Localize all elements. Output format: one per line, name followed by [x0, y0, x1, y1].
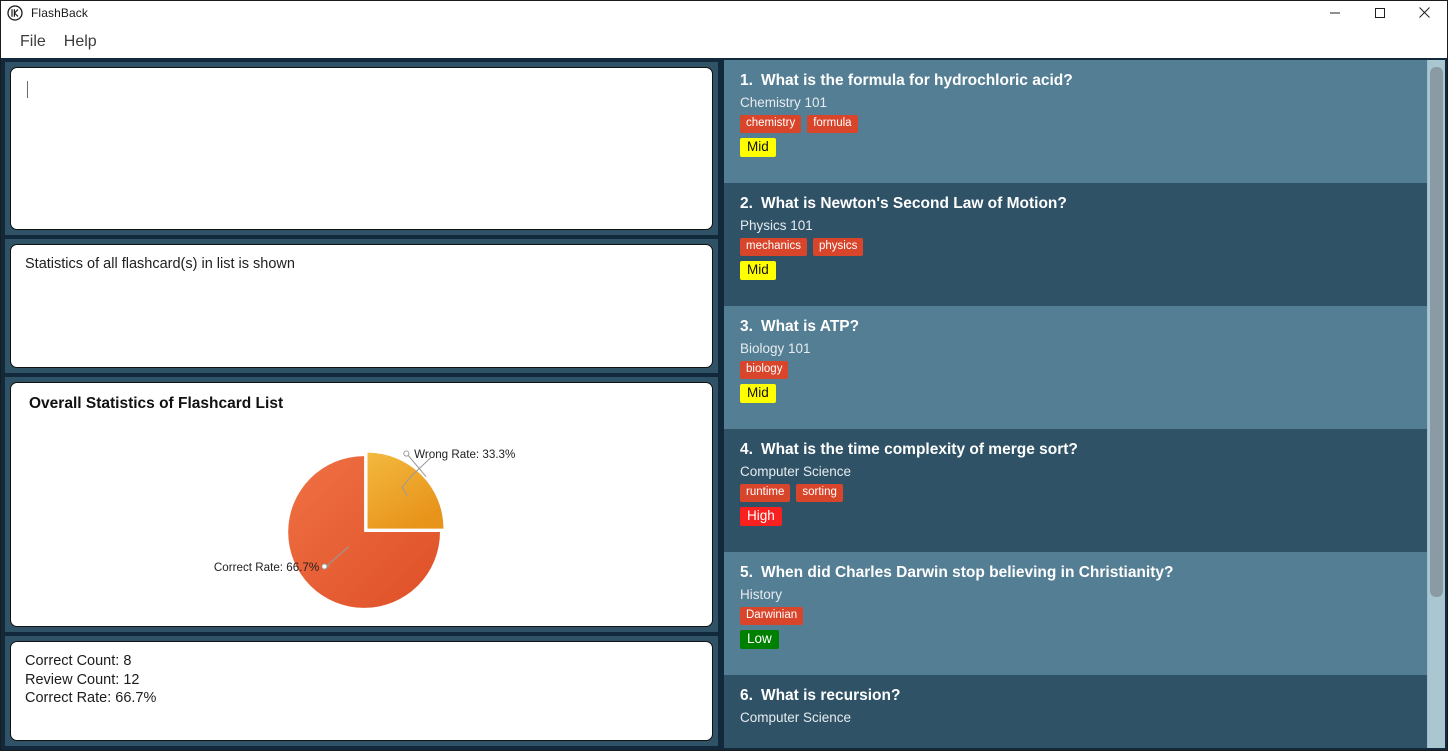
app-window: FlashBack File Help Statistics of all fl… [0, 0, 1448, 751]
flashcard-index: 6. [740, 687, 753, 704]
chart-section: Overall Statistics of Flashcard List Wro… [3, 375, 720, 634]
flashcard-question-text: What is the time complexity of merge sor… [760, 441, 1078, 458]
flashcard-tag: Darwinian [740, 607, 804, 626]
pie-chart: Wrong Rate: 33.3% Correct Rate: 66.7% [11, 413, 712, 620]
flashcard-item[interactable]: 2. What is Newton's Second Law of Motion?… [724, 183, 1427, 306]
flashcard-question: 4. What is the time complexity of merge s… [740, 441, 1411, 459]
flashcard-subject: Computer Science [740, 464, 852, 479]
flashcard-tag: biology [740, 361, 789, 380]
command-input-section [3, 60, 720, 237]
status-message: Statistics of all flashcard(s) in list i… [25, 256, 295, 272]
counts-box: Correct Count: 8 Review Count: 12 Correc… [10, 641, 713, 741]
flashcard-priority-badge: Mid [740, 138, 776, 158]
main-content: Statistics of all flashcard(s) in list i… [1, 58, 1447, 750]
minimize-button[interactable] [1312, 1, 1357, 24]
flashcard-question: 2. What is Newton's Second Law of Motion? [740, 195, 1411, 213]
window-controls [1312, 1, 1447, 24]
flashcard-index: 5. [740, 564, 753, 581]
flashcard-priority-row: Mid [740, 138, 1411, 158]
right-panel: 1. What is the formula for hydrochloric a… [722, 58, 1447, 750]
counts-section: Correct Count: 8 Review Count: 12 Correc… [3, 634, 720, 748]
flashcard-question-text: What is ATP? [760, 318, 860, 335]
flashcard-question-text: When did Charles Darwin stop believing i… [760, 564, 1174, 581]
flashcard-priority-row: Mid [740, 384, 1411, 404]
flashcard-item[interactable]: 1. What is the formula for hydrochloric a… [724, 60, 1427, 183]
flashcard-index: 4. [740, 441, 753, 458]
flashcard-subject: Physics 101 [740, 218, 813, 233]
flashcard-tag: sorting [796, 484, 843, 503]
status-section: Statistics of all flashcard(s) in list i… [3, 237, 720, 375]
flashback-logo-icon [7, 4, 23, 21]
flashcard-index: 2. [740, 195, 753, 212]
maximize-button[interactable] [1357, 1, 1402, 24]
flashcard-question-text: What is the formula for hydrochloric aci… [760, 72, 1073, 89]
menu-item-file[interactable]: File [11, 30, 55, 54]
flashcard-priority-badge: Mid [740, 261, 776, 281]
flashcard-tag-row: mechanics physics [740, 238, 1411, 257]
flashcard-index: 1. [740, 72, 753, 89]
flashcard-question-text: What is recursion? [760, 687, 901, 704]
pie-slice-wrong [367, 452, 444, 529]
flashcard-subject: Chemistry 101 [740, 95, 828, 110]
flashcard-priority-row: High [740, 507, 1411, 527]
flashcard-tag: runtime [740, 484, 791, 503]
left-panel: Statistics of all flashcard(s) in list i… [1, 58, 722, 750]
text-caret [27, 81, 28, 98]
flashcard-question-text: What is Newton's Second Law of Motion? [760, 195, 1067, 212]
flashcard-item[interactable]: 5. When did Charles Darwin stop believing… [724, 552, 1427, 675]
flashcard-priority-row: Mid [740, 261, 1411, 281]
flashcard-question: 3. What is ATP? [740, 318, 1411, 336]
flashcard-question: 5. When did Charles Darwin stop believing… [740, 564, 1411, 582]
flashcard-subject: Computer Science [740, 710, 852, 725]
window-title: FlashBack [31, 5, 88, 20]
title-bar: FlashBack [1, 1, 1447, 25]
flashcard-tag: formula [807, 115, 858, 134]
flashcard-list-viewport: 1. What is the formula for hydrochloric a… [724, 60, 1427, 748]
flashcard-tag: physics [812, 238, 864, 257]
chart-box: Overall Statistics of Flashcard List Wro… [10, 382, 713, 627]
flashcard-priority-badge: Mid [740, 384, 776, 404]
flashcard-tag: mechanics [740, 238, 807, 257]
flashcard-tag: chemistry [740, 115, 802, 134]
flashcard-priority-row: Low [740, 630, 1411, 650]
pie-label-wrong: Wrong Rate: 33.3% [414, 448, 515, 461]
flashcard-list-scrollbar[interactable] [1427, 60, 1445, 748]
review-count: Review Count: 12 [25, 671, 140, 688]
menu-bar: File Help [1, 25, 1447, 58]
status-box: Statistics of all flashcard(s) in list i… [10, 244, 713, 368]
command-input[interactable] [10, 67, 713, 230]
scrollbar-thumb[interactable] [1430, 66, 1443, 597]
flashcard-item[interactable]: 6. What is recursion? Computer Science [724, 675, 1427, 748]
flashcard-tag-row: Darwinian [740, 607, 1411, 626]
leader-marker-correct [321, 563, 328, 570]
flashcard-tag-row: runtime sorting [740, 484, 1411, 503]
flashcard-tag-row: biology [740, 361, 1411, 380]
flashcard-question: 1. What is the formula for hydrochloric a… [740, 72, 1411, 90]
correct-count: Correct Count: 8 [25, 653, 132, 669]
flashcard-question: 6. What is recursion? [740, 687, 1411, 705]
flashcard-item[interactable]: 3. What is ATP? Biology 101 biology Mid [724, 306, 1427, 429]
pie-label-correct: Correct Rate: 66.7% [214, 561, 319, 574]
flashcard-subject: History [740, 587, 783, 602]
flashcard-list: 1. What is the formula for hydrochloric a… [724, 60, 1427, 748]
correct-rate: Correct Rate: 66.7% [25, 690, 157, 706]
chart-title: Overall Statistics of Flashcard List [29, 395, 284, 412]
flashcard-item[interactable]: 4. What is the time complexity of merge s… [724, 429, 1427, 552]
flashcard-tag-row: chemistry formula [740, 115, 1411, 134]
flashcard-index: 3. [740, 318, 753, 335]
flashcard-priority-badge: Low [740, 630, 779, 650]
flashcard-subject: Biology 101 [740, 341, 811, 356]
menu-item-help[interactable]: Help [55, 30, 106, 54]
flashcard-priority-badge: High [740, 507, 782, 527]
close-button[interactable] [1402, 1, 1447, 24]
